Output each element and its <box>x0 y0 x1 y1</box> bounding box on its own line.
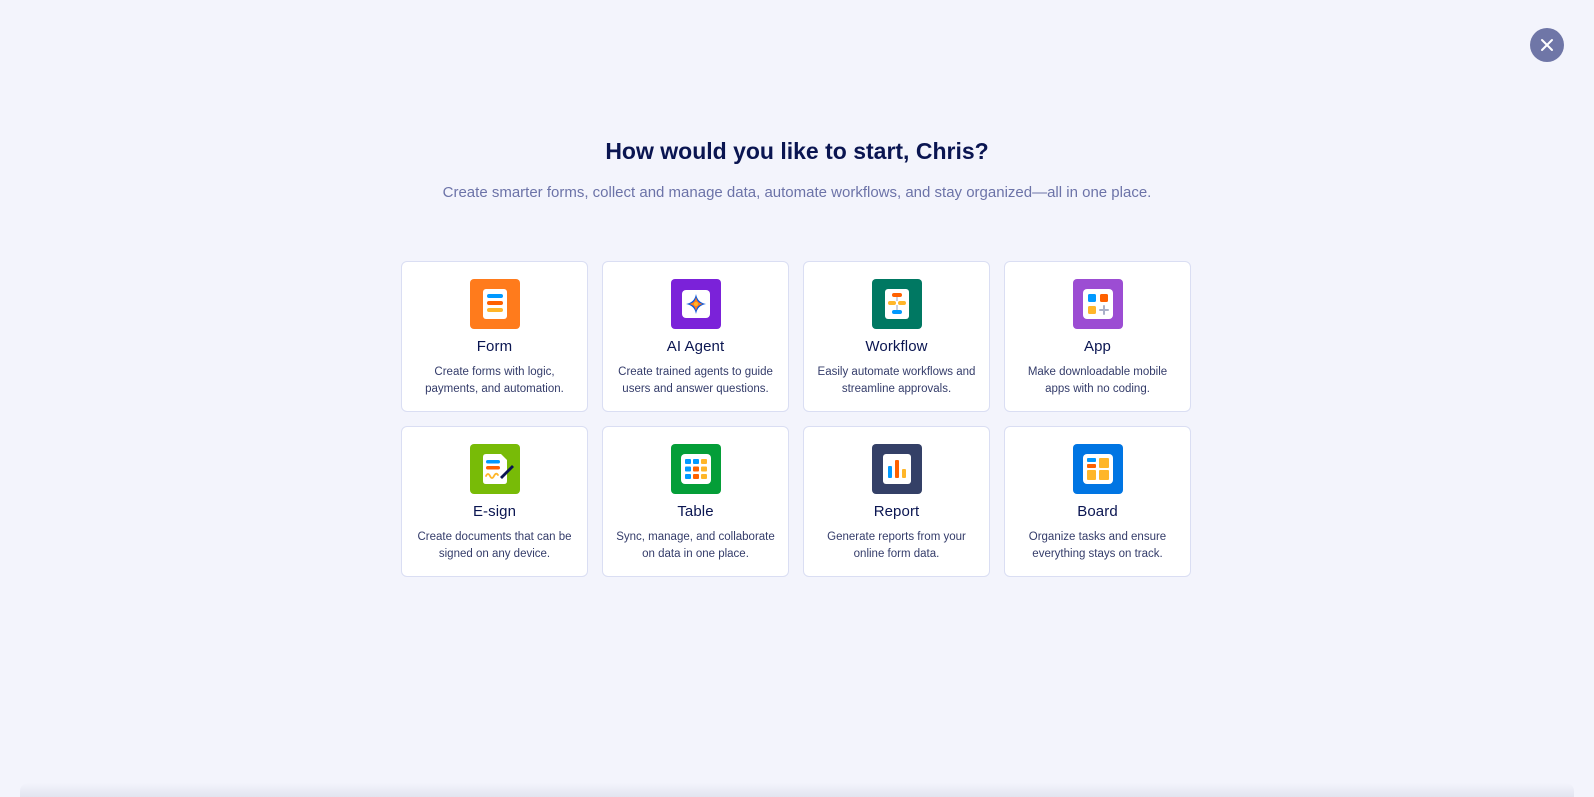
card-board-desc-line2: everything stays on track. <box>1032 547 1163 560</box>
card-table-desc-line1: Sync, manage, and collaborate <box>616 531 775 543</box>
card-board-title: Board <box>1077 503 1118 520</box>
card-esign-description: Create documents that can be signed on a… <box>409 529 581 562</box>
workflow-icon <box>871 279 922 329</box>
card-table-desc-line2: on data in one place. <box>642 547 749 560</box>
card-esign-desc-line1: Create documents that can be <box>417 531 572 543</box>
card-form-desc-line1: Create forms with logic, <box>434 366 555 378</box>
card-ai-agent-desc-line1: Create trained agents to guide <box>618 366 773 378</box>
card-app-title: App <box>1084 338 1111 355</box>
card-workflow-description: Easily automate workflows and streamline… <box>811 364 983 397</box>
card-app-description: Make downloadable mobile apps with no co… <box>1012 364 1184 397</box>
card-ai-agent-description: Create trained agents to guide users and… <box>610 364 782 397</box>
card-workflow[interactable]: Workflow Easily automate workflows and s… <box>803 261 990 412</box>
card-ai-agent-desc-line2: users and answer questions. <box>622 382 769 395</box>
card-workflow-title: Workflow <box>865 338 928 355</box>
card-app[interactable]: App Make downloadable mobile apps with n… <box>1004 261 1191 412</box>
card-app-desc-line2: apps with no coding. <box>1045 382 1150 395</box>
card-ai-agent-title: AI Agent <box>666 338 725 355</box>
card-board-desc-line1: Organize tasks and ensure <box>1028 531 1167 543</box>
table-icon <box>670 444 721 494</box>
card-esign[interactable]: E-sign Create documents that can be sign… <box>401 426 588 577</box>
card-report-description: Generate reports from your online form d… <box>811 529 983 562</box>
card-board[interactable]: Board Organize tasks and ensure everythi… <box>1004 426 1191 577</box>
card-ai-agent[interactable]: AI Agent Create trained agents to guide … <box>602 261 789 412</box>
app-icon <box>1072 279 1123 329</box>
esign-icon <box>469 444 520 494</box>
report-icon <box>871 444 922 494</box>
card-table[interactable]: Table Sync, manage, and collaborate on d… <box>602 426 789 577</box>
page-title: How would you like to start, Chris? <box>605 138 989 164</box>
card-form-desc-line2: payments, and automation. <box>425 382 564 395</box>
card-workflow-desc-line2: streamline approvals. <box>841 382 952 395</box>
card-form-title: Form <box>476 338 513 355</box>
card-report-desc-line1: Generate reports from your <box>827 531 966 543</box>
card-esign-title: E-sign <box>472 503 517 520</box>
ai-agent-icon <box>670 279 721 329</box>
card-table-description: Sync, manage, and collaborate on data in… <box>610 529 782 562</box>
card-esign-desc-line2: signed on any device. <box>438 547 551 560</box>
bottom-panel-edge <box>20 783 1574 797</box>
card-app-desc-line1: Make downloadable mobile <box>1027 366 1168 378</box>
card-form-description: Create forms with logic, payments, and a… <box>409 364 581 397</box>
page-subtitle: Create smarter forms, collect and manage… <box>442 184 1152 201</box>
close-icon <box>1541 39 1553 51</box>
card-report-desc-line2: online form data. <box>853 547 940 560</box>
card-form[interactable]: Form Create forms with logic, payments, … <box>401 261 588 412</box>
card-report-title: Report <box>873 503 920 520</box>
card-table-title: Table <box>677 503 714 520</box>
card-workflow-desc-line1: Easily automate workflows and <box>817 366 976 378</box>
form-icon <box>469 279 520 329</box>
start-options-grid: Form Create forms with logic, payments, … <box>401 261 1192 577</box>
card-report[interactable]: Report Generate reports from your online… <box>803 426 990 577</box>
close-button[interactable] <box>1530 28 1564 62</box>
board-icon <box>1072 444 1123 494</box>
card-board-description: Organize tasks and ensure everything sta… <box>1012 529 1184 562</box>
